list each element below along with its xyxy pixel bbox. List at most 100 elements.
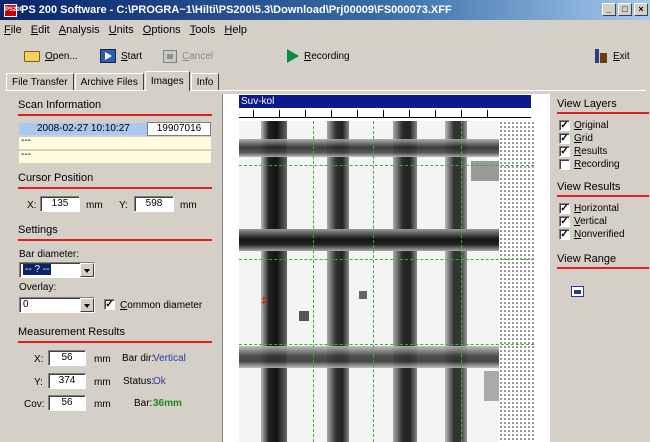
grid-line [239, 344, 534, 345]
menu-units[interactable]: Units [109, 24, 134, 36]
cancel-label: Cancel [182, 50, 214, 62]
menu-analysis[interactable]: Analysis [59, 24, 100, 36]
scan-image[interactable]: ‡ [239, 121, 534, 442]
meas-x-label: X: [34, 354, 44, 365]
image-header: Suv-kol [239, 95, 531, 108]
exit-button[interactable]: Exit [594, 47, 630, 65]
result-marker[interactable]: ‡ [261, 297, 267, 307]
settings-heading: Settings [18, 224, 58, 236]
rebar-vertical [327, 121, 349, 442]
scan-date: 2008-02-27 10:10:27 [37, 123, 130, 134]
cursor-position-heading: Cursor Position [18, 172, 94, 184]
tab-images[interactable]: Images [144, 71, 190, 91]
menu-help[interactable]: Help [224, 24, 247, 36]
measurement-underline [18, 341, 212, 343]
common-diameter-checkbox[interactable]: ✓ [104, 299, 115, 310]
common-diameter-label: Common diameter [120, 300, 203, 311]
layer-grid[interactable]: ✓ Grid [559, 133, 593, 144]
scan-info-row[interactable]: --- [19, 149, 211, 163]
cursor-x-unit: mm [86, 200, 103, 211]
bar-size-value: 36mm [153, 398, 182, 409]
cursor-y-unit: mm [180, 200, 197, 211]
grid-line [461, 121, 462, 442]
x-ruler [239, 108, 531, 118]
open-button[interactable]: Open... [24, 47, 78, 65]
menu-bar: File Edit Analysis Units Options Tools H… [0, 21, 650, 39]
start-button[interactable]: Start [100, 47, 142, 65]
checkbox-nonverified[interactable]: ✓ [559, 229, 570, 240]
recording-button[interactable]: Recording [287, 47, 350, 65]
checkbox-grid[interactable]: ✓ [559, 133, 570, 144]
checkbox-original[interactable]: ✓ [559, 120, 570, 131]
grid-line [239, 259, 534, 260]
status-value: Ok [153, 376, 166, 387]
window-title: PS 200 Software - C:\PROGRA~1\Hilti\PS20… [21, 4, 452, 16]
play-icon [287, 49, 299, 63]
settings-underline [18, 239, 212, 241]
bar-dir-label: Bar dir: [122, 353, 155, 364]
layer-recording[interactable]: Recording [559, 159, 620, 170]
overlay-select[interactable]: 0 [19, 297, 95, 313]
minimize-button[interactable]: _ [602, 3, 616, 16]
scan-info-heading: Scan Information [18, 99, 102, 111]
cancel-icon [163, 49, 177, 63]
grid-line [313, 121, 314, 442]
title-bar: PS200 PS 200 Software - C:\PROGRA~1\Hilt… [0, 0, 650, 20]
bar-dir-value: Vertical [153, 353, 186, 364]
measurement-heading: Measurement Results [18, 326, 125, 338]
cov-label: Cov: [24, 399, 45, 410]
folder-icon [24, 50, 40, 62]
rebar-horizontal [239, 229, 499, 251]
result-vertical[interactable]: ✓ Vertical [559, 216, 607, 227]
grid-line [373, 121, 374, 442]
start-icon [100, 49, 116, 63]
chevron-down-icon[interactable] [80, 263, 94, 277]
rebar-vertical [393, 121, 417, 442]
overlay-label: Overlay: [19, 282, 57, 293]
chevron-down-icon[interactable] [80, 298, 94, 312]
cursor-x-field[interactable]: 135 [40, 196, 80, 212]
rebar-horizontal [239, 346, 499, 368]
toolbar: Open... Start Cancel Recording Exit [0, 41, 650, 71]
menu-file[interactable]: File [4, 24, 22, 36]
scan-info-row[interactable]: --- [19, 135, 211, 149]
rebar-vertical [261, 121, 287, 442]
tab-archive-files[interactable]: Archive Files [74, 73, 144, 91]
checkbox-vertical[interactable]: ✓ [559, 216, 570, 227]
bar-diameter-label: Bar diameter: [19, 249, 80, 260]
view-range-heading: View Range [557, 253, 617, 265]
meas-y-label: Y: [34, 377, 43, 388]
meas-x-field: 56 [48, 350, 86, 366]
meas-y-unit: mm [94, 377, 111, 388]
rebar-vertical [445, 121, 467, 442]
grid-line [239, 165, 534, 166]
menu-tools[interactable]: Tools [190, 24, 216, 36]
tab-divider [6, 90, 646, 91]
scan-id: 19907016 [147, 122, 211, 136]
layer-original[interactable]: ✓ Original [559, 120, 608, 131]
maximize-button[interactable]: □ [618, 3, 632, 16]
layer-results[interactable]: ✓ Results [559, 146, 607, 157]
open-label: Open... [45, 50, 78, 62]
tab-info[interactable]: Info [190, 73, 220, 91]
checkbox-recording[interactable] [559, 159, 570, 170]
no-data-region [499, 121, 534, 442]
menu-edit[interactable]: Edit [31, 24, 50, 36]
cancel-button[interactable]: Cancel [163, 47, 213, 65]
scan-info-row-selected[interactable]: 2008-02-27 10:10:27 19907016 [19, 122, 211, 136]
checkbox-horizontal[interactable]: ✓ [559, 203, 570, 214]
result-horizontal[interactable]: ✓ Horizontal [559, 203, 619, 214]
bar-diameter-select[interactable]: -- ? -- [19, 262, 95, 278]
menu-options[interactable]: Options [143, 24, 181, 36]
tab-bar: File Transfer Archive Files Images Info [6, 71, 220, 91]
view-range-underline [557, 267, 649, 269]
cursor-y-field[interactable]: 598 [134, 196, 174, 212]
exit-label: Exit [613, 50, 630, 62]
cov-field: 56 [48, 395, 86, 411]
result-nonverified[interactable]: ✓ Nonverified [559, 229, 625, 240]
view-range-icon[interactable] [571, 286, 584, 297]
close-button[interactable]: × [634, 3, 648, 16]
scan-image-view[interactable]: Suv-kol ‡ [222, 94, 550, 442]
checkbox-results[interactable]: ✓ [559, 146, 570, 157]
tab-file-transfer[interactable]: File Transfer [6, 73, 74, 91]
